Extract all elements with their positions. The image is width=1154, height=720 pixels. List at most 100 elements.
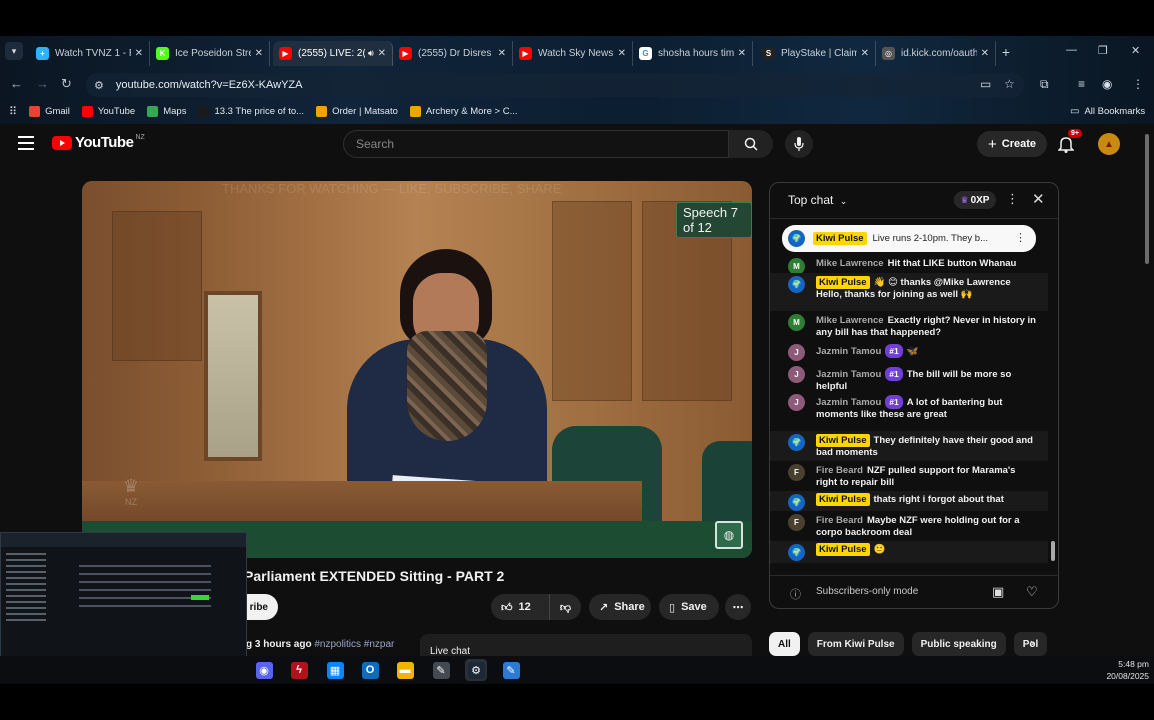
chat-message[interactable]: F Fire Beard Maybe NZF were holding out fo…	[770, 511, 1048, 541]
chat-message[interactable]: J Jazmin Tamou #1 A lot of bantering but mo…	[770, 391, 1048, 431]
tab-search-button[interactable]: ▾	[5, 42, 23, 60]
browser-tab[interactable]: ▶ (2555) Dr Disres ✕	[393, 41, 513, 66]
notifications-button[interactable]	[1057, 135, 1075, 158]
live-chat-replay-bar[interactable]: Live chat	[420, 634, 752, 656]
lightning-app-icon[interactable]: ϟ	[288, 659, 310, 681]
chat-author[interactable]: Kiwi Pulse	[816, 434, 870, 447]
bookmark-item[interactable]: 13.3 The price of to...	[198, 105, 304, 117]
chat-author[interactable]: Fire Beard	[816, 465, 863, 476]
browser-tab[interactable]: S PlayStake | Claim ✕	[756, 41, 876, 66]
hamburger-menu-icon[interactable]	[18, 136, 34, 154]
channel-watermark-logo[interactable]: ◍	[715, 521, 743, 549]
tab-close-icon[interactable]: ✕	[135, 48, 143, 59]
dislike-button[interactable]: 👎︎	[549, 594, 581, 620]
chat-message[interactable]: J Jazmin Tamou #1 The bill will be more so …	[770, 363, 1048, 392]
more-actions-button[interactable]: ⋯	[725, 594, 751, 620]
chat-author[interactable]: Jazmin Tamou	[816, 369, 881, 380]
avatar[interactable]: J	[788, 344, 805, 361]
avatar[interactable]: 🌍	[788, 434, 805, 451]
browser-tab[interactable]: K Ice Poseidon Stre ✕	[150, 41, 270, 66]
chat-author[interactable]: Mike Lawrence	[816, 258, 884, 269]
meta-hashtags[interactable]: #nzpolitics #nzpar	[314, 639, 394, 650]
top-chat-dropdown[interactable]: Top chat ⌄	[788, 193, 847, 207]
browser-tab[interactable]: ▶ (2555) LIVE: 2(🔊︎ ✕	[273, 41, 393, 66]
tab-audio-icon[interactable]: 🔊︎	[368, 48, 374, 59]
create-button[interactable]: + Create	[977, 131, 1047, 157]
chat-message[interactable]: M Mike Lawrence Hit that LIKE button Whana…	[770, 255, 1048, 275]
bookmark-star-icon[interactable]: ☆	[1004, 77, 1015, 91]
close-chat-icon[interactable]: ✕	[1032, 190, 1045, 208]
filter-chip[interactable]: From Kiwi Pulse	[807, 632, 904, 656]
browser-tab[interactable]: ▶ Watch Sky News ✕	[513, 41, 633, 66]
bookmark-item[interactable]: YouTube	[81, 105, 135, 117]
avatar[interactable]: M	[788, 314, 805, 331]
youtube-logo[interactable]: YouTube NZ	[52, 134, 145, 151]
account-avatar[interactable]: ▲	[1098, 133, 1120, 155]
page-scrollbar[interactable]	[1143, 134, 1151, 654]
bookmark-item[interactable]: Order | Matsato	[316, 105, 398, 117]
minimize-icon[interactable]: —	[1066, 44, 1077, 56]
filter-chip[interactable]: Public speaking	[911, 632, 1006, 656]
maximize-icon[interactable]: ❐	[1098, 44, 1108, 57]
pinned-message[interactable]: 🌍 Kiwi Pulse Live runs 2-10pm. They b...…	[782, 225, 1036, 252]
address-bar[interactable]: ⚙ youtube.com/watch?v=Ez6X-KAwYZA	[86, 73, 1024, 97]
tab-close-icon[interactable]: ✕	[861, 48, 869, 59]
like-button[interactable]: 👍︎ 12	[491, 594, 549, 620]
page-scroll-thumb[interactable]	[1145, 134, 1149, 264]
chat-scrollbar[interactable]	[1049, 255, 1057, 573]
chat-author[interactable]: Kiwi Pulse	[816, 543, 870, 556]
tab-close-icon[interactable]: ✕	[255, 48, 263, 59]
paint-icon[interactable]: ✎	[500, 659, 522, 681]
bookmark-item[interactable]: Maps	[147, 105, 186, 117]
avatar[interactable]: J	[788, 394, 805, 411]
voice-search-button[interactable]	[785, 130, 813, 158]
chat-more-icon[interactable]: ⋮	[1006, 191, 1019, 207]
chat-author[interactable]: Kiwi Pulse	[816, 493, 870, 506]
chat-scroll-thumb[interactable]	[1051, 541, 1055, 561]
tab-close-icon[interactable]: ✕	[498, 48, 506, 59]
chat-author[interactable]: Kiwi Pulse	[816, 276, 870, 289]
chevron-right-icon[interactable]: ›	[1030, 635, 1034, 650]
extensions-icon[interactable]: ⧉	[1040, 77, 1049, 92]
bookmark-item[interactable]: Gmail	[29, 105, 70, 117]
info-icon[interactable]: ⓘ	[790, 586, 801, 602]
avatar[interactable]: 🌍	[788, 494, 805, 511]
cast-icon[interactable]: ▭	[980, 77, 991, 91]
site-info-icon[interactable]: ⚙	[94, 79, 104, 92]
super-chat-icon[interactable]: ▣	[992, 584, 1004, 600]
store-icon[interactable]: ▦	[324, 659, 346, 681]
avatar[interactable]: F	[788, 514, 805, 531]
close-window-icon[interactable]: ✕	[1131, 44, 1140, 57]
chat-message[interactable]: 🌍 Kiwi Pulse thats right i forgot about th…	[770, 491, 1048, 511]
system-clock[interactable]: 5:48 pm 20/08/2025	[1106, 658, 1149, 682]
browser-tab[interactable]: + Watch TVNZ 1 - F ✕	[30, 41, 150, 66]
new-tab-button[interactable]: +	[996, 44, 1016, 60]
chat-message[interactable]: 🌍 Kiwi Pulse 👋 😊 thanks @Mike Lawrence Hel…	[770, 273, 1048, 311]
chat-message[interactable]: 🌍 Kiwi Pulse They definitely have their go…	[770, 431, 1048, 461]
app-icon[interactable]: ✎	[430, 659, 452, 681]
chat-message[interactable]: J Jazmin Tamou #1 🦋	[770, 341, 1048, 363]
browser-tab[interactable]: Gshosha hours tim ✕	[633, 41, 753, 66]
chat-message[interactable]: F Fire Beard NZF pulled support for Marama…	[770, 461, 1048, 491]
avatar[interactable]: 🌍	[788, 544, 805, 561]
tab-close-icon[interactable]: ✕	[618, 48, 626, 59]
browser-tab[interactable]: ◎ id.kick.com/oauth ✕	[876, 41, 996, 66]
chat-author[interactable]: Jazmin Tamou	[816, 346, 881, 357]
avatar[interactable]: 🌍	[788, 276, 805, 293]
back-icon[interactable]: ←	[10, 76, 23, 91]
heart-icon[interactable]: ♡	[1026, 584, 1038, 600]
browser-menu-icon[interactable]: ⋮	[1132, 77, 1144, 91]
share-button[interactable]: ↗ Share	[589, 594, 651, 620]
all-bookmarks[interactable]: ▭ All Bookmarks	[1070, 106, 1145, 117]
avatar[interactable]: F	[788, 464, 805, 481]
media-control-icon[interactable]: ≡	[1078, 77, 1085, 91]
pinned-more-icon[interactable]: ⋮	[1015, 231, 1026, 244]
reload-icon[interactable]: ↻	[61, 76, 72, 92]
chat-author[interactable]: Fire Beard	[816, 515, 863, 526]
discord-icon[interactable]: ◉	[253, 659, 275, 681]
profile-icon[interactable]: ◉	[1102, 77, 1112, 91]
chat-author[interactable]: Jazmin Tamou	[816, 397, 881, 408]
apps-grid-icon[interactable]: ⠿	[9, 105, 17, 118]
save-button[interactable]: ▯ Save	[659, 594, 719, 620]
forward-icon[interactable]: →	[36, 76, 49, 91]
